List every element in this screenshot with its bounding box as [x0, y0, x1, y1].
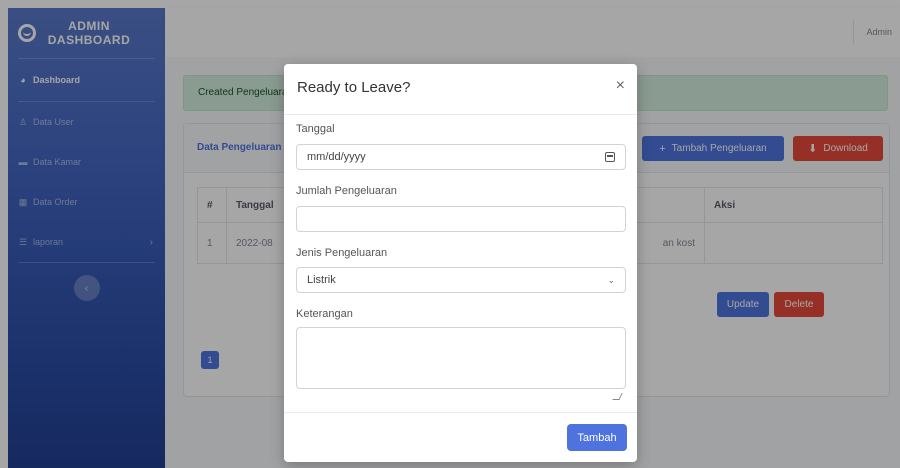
chevron-down-icon: ⌄ — [607, 274, 615, 285]
close-icon[interactable]: × — [616, 77, 625, 95]
jenis-label: Jenis Pengeluaran — [296, 247, 388, 259]
add-pengeluaran-modal: Ready to Leave? × Tanggal mm/dd/yyyy Jum… — [284, 64, 637, 462]
tanggal-input[interactable]: mm/dd/yyyy — [296, 144, 626, 170]
jenis-selected-value: Listrik — [307, 274, 336, 286]
keterangan-textarea[interactable] — [296, 327, 626, 389]
calendar-icon[interactable] — [605, 152, 615, 162]
modal-header-divider — [284, 114, 637, 115]
jumlah-input[interactable] — [296, 206, 626, 232]
tanggal-placeholder: mm/dd/yyyy — [307, 151, 366, 163]
tambah-button[interactable]: Tambah — [567, 424, 627, 451]
jumlah-label: Jumlah Pengeluaran — [296, 185, 397, 197]
modal-footer-divider — [284, 412, 637, 413]
modal-title: Ready to Leave? — [297, 79, 411, 96]
resize-handle-icon[interactable] — [612, 393, 623, 400]
tanggal-label: Tanggal — [296, 123, 335, 135]
jenis-select[interactable]: Listrik ⌄ — [296, 267, 626, 293]
keterangan-label: Keterangan — [296, 308, 353, 320]
